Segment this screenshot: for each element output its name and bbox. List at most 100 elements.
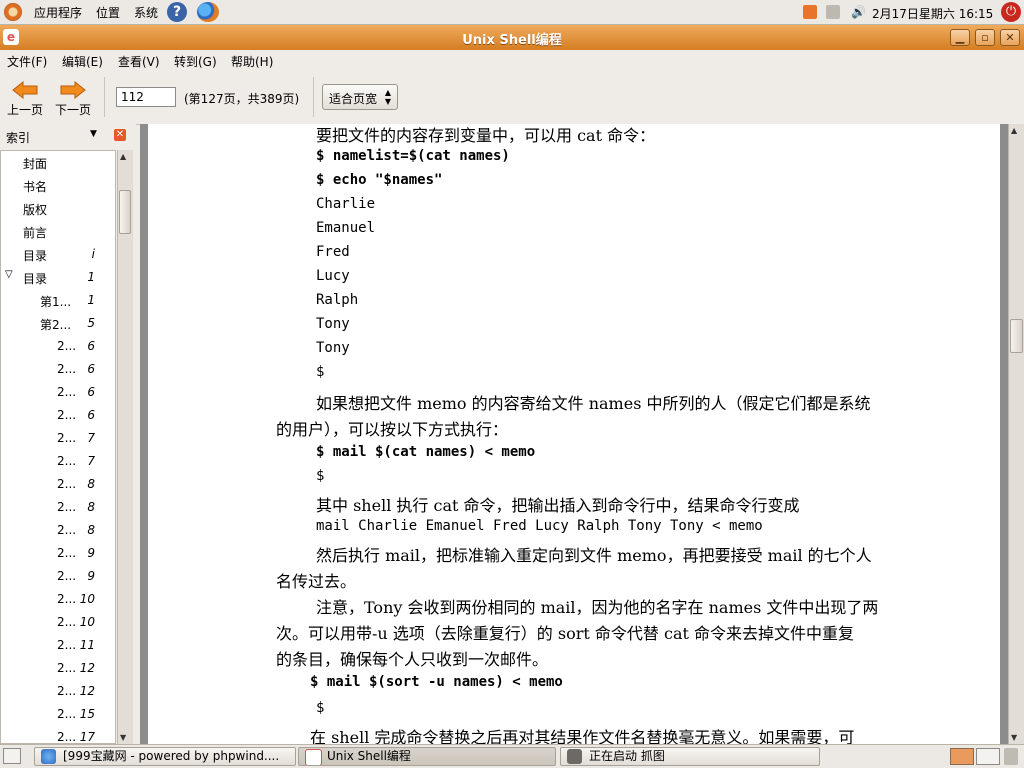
toc-item[interactable]: 2... 8	[1, 519, 115, 542]
code-line: $	[316, 468, 325, 484]
toc-item[interactable]: 2... 10	[1, 588, 115, 611]
toc-item-title: 目录	[23, 249, 48, 263]
taskbar-item-screenshot[interactable]: 正在启动 抓图	[560, 747, 820, 766]
sidebar-title[interactable]: 索引	[6, 129, 30, 146]
document-page[interactable]: 要把文件的内容存到变量中，可以用 cat 命令： $ namelist=$(cat…	[148, 124, 1000, 744]
close-icon[interactable]: ✕	[114, 129, 126, 141]
toc-item[interactable]: 2... 6	[1, 335, 115, 358]
maximize-button[interactable]: ▫	[975, 29, 995, 46]
toc-item-title: 2...	[57, 454, 77, 468]
system-menu[interactable]: 系统	[134, 4, 158, 21]
ubuntu-logo-icon[interactable]	[4, 3, 22, 21]
toc-item-title: 2...	[57, 615, 77, 629]
toc-item[interactable]: 2... 12	[1, 657, 115, 680]
toc-item-page: 11	[79, 638, 95, 652]
toc-item[interactable]: 2... 12	[1, 680, 115, 703]
toc-item[interactable]: 2... 15	[1, 703, 115, 726]
toc-item[interactable]: 2... 6	[1, 358, 115, 381]
toc-item[interactable]: 2... 9	[1, 542, 115, 565]
toc-item[interactable]: 2... 6	[1, 404, 115, 427]
toc-item[interactable]: 2... 8	[1, 496, 115, 519]
sidebar-header: 索引 ▼ ✕	[0, 124, 136, 148]
scrollbar-thumb[interactable]	[119, 190, 131, 234]
paragraph-line: 在 shell 完成命令替换之后再对其结果作文件名替换毫无意义。如果需要，可	[310, 728, 855, 744]
taskbar-item-browser[interactable]: [999宝藏网 - powered by phpwind....	[34, 747, 296, 766]
window-title: Unix Shell编程	[462, 33, 562, 48]
toc-item[interactable]: 2... 7	[1, 427, 115, 450]
power-icon[interactable]: ⏻	[1001, 2, 1021, 22]
code-line: Charlie	[316, 196, 376, 212]
expander-icon[interactable]: ▽	[5, 269, 13, 280]
toc-item[interactable]: 2... 10	[1, 611, 115, 634]
code-line: Lucy	[316, 268, 350, 284]
zoom-select[interactable]: 适合页宽 ▲ ▼	[322, 84, 398, 110]
toc-item[interactable]: 2... 8	[1, 473, 115, 496]
menubar: 文件(F) 编辑(E) 查看(V) 转到(G) 帮助(H)	[0, 50, 1024, 71]
help-icon[interactable]: ?	[167, 2, 187, 22]
prev-page-button[interactable]: 上一页	[3, 79, 47, 121]
chevron-down-icon[interactable]: ▼	[90, 129, 97, 139]
toolbar-separator	[104, 77, 105, 117]
toc-item[interactable]: 第1... 1	[1, 289, 115, 312]
toc-item-title: 书名	[23, 180, 48, 194]
trash-icon[interactable]	[1004, 748, 1018, 765]
toc-item[interactable]: 2... 11	[1, 634, 115, 657]
scrollbar-thumb[interactable]	[1010, 319, 1023, 353]
toc-item[interactable]: ▽ 目录 1	[1, 266, 115, 289]
taskbar-item-reader[interactable]: Unix Shell编程	[298, 747, 556, 766]
menu-file[interactable]: 文件(F)	[7, 53, 47, 70]
paragraph-line: 然后执行 mail，把标准输入重定向到文件 memo，再把要接受 mail 的七…	[316, 546, 872, 565]
menu-view[interactable]: 查看(V)	[118, 53, 160, 70]
clock[interactable]: 2月17日星期六 16:15	[872, 5, 993, 22]
browser-icon	[41, 749, 56, 764]
toc-item-page: 9	[87, 546, 95, 560]
next-page-button[interactable]: 下一页	[51, 79, 95, 121]
window-titlebar[interactable]: e Unix Shell编程 ▁ ▫ ✕	[0, 25, 1024, 50]
toc-item[interactable]: 前言	[1, 220, 115, 243]
paragraph-line: 名传过去。	[276, 572, 357, 591]
toc-item[interactable]: 目录 i	[1, 243, 115, 266]
toc-item[interactable]: 封面	[1, 151, 115, 174]
toc-item[interactable]: 书名	[1, 174, 115, 197]
page-number-input[interactable]	[116, 87, 176, 107]
web-browser-icon[interactable]	[197, 2, 219, 22]
printer-icon[interactable]	[826, 5, 840, 19]
toc-item[interactable]: 版权	[1, 197, 115, 220]
toolbar: 上一页 下一页 (第127页，共389页) 适合页宽 ▲▼	[0, 71, 1024, 125]
minimize-button[interactable]: ▁	[950, 29, 970, 46]
applications-menu[interactable]: 应用程序	[34, 4, 82, 21]
workspace-1[interactable]	[950, 748, 974, 765]
toc-item-title: 2...	[57, 408, 77, 422]
close-button[interactable]: ✕	[1000, 29, 1020, 46]
toc-item[interactable]: 第2... 5	[1, 312, 115, 335]
workspace-2[interactable]	[976, 748, 1000, 765]
toc-item[interactable]: 2... 7	[1, 450, 115, 473]
paragraph-line: 的用户），可以按以下方式执行：	[276, 420, 509, 439]
document-scrollbar[interactable]: ▲ ▼	[1008, 124, 1024, 744]
paragraph-line: 其中 shell 执行 cat 命令，把输出插入到命令行中，结果命令行变成	[316, 496, 800, 515]
toc-item-page: 1	[87, 293, 95, 307]
toolbar-separator	[313, 77, 314, 117]
menu-help[interactable]: 帮助(H)	[231, 53, 273, 70]
scroll-up-icon[interactable]: ▲	[120, 152, 126, 161]
scroll-up-icon[interactable]: ▲	[1011, 126, 1017, 135]
scroll-down-icon[interactable]: ▼	[1011, 733, 1017, 742]
volume-icon[interactable]: 🔊	[851, 5, 866, 19]
toc-item[interactable]: 2... 6	[1, 381, 115, 404]
toc-item[interactable]: 2... 9	[1, 565, 115, 588]
code-line: Tony	[316, 316, 350, 332]
menu-go[interactable]: 转到(G)	[174, 53, 217, 70]
sidebar-scrollbar[interactable]: ▲ ▼	[117, 150, 133, 744]
sidebar: 索引 ▼ ✕ 封面 书名 版权 前言 目录 i ▽ 目录 1 第1... 1 第2... 5 2... 6 2…	[0, 124, 136, 744]
toc-item-page: 5	[87, 316, 95, 330]
toc-tree[interactable]: 封面 书名 版权 前言 目录 i ▽ 目录 1 第1... 1 第2... 5 2... 6 2... 6 2..…	[0, 150, 116, 744]
toc-item-title: 2...	[57, 730, 77, 744]
toc-item-page: 8	[87, 477, 95, 491]
menu-edit[interactable]: 编辑(E)	[62, 53, 103, 70]
scroll-down-icon[interactable]: ▼	[120, 733, 126, 742]
toc-item[interactable]: 2... 17	[1, 726, 115, 744]
toc-item-page: 6	[87, 339, 95, 353]
show-desktop-icon[interactable]	[3, 748, 21, 764]
update-notifier-icon[interactable]	[803, 5, 817, 19]
places-menu[interactable]: 位置	[96, 4, 120, 21]
